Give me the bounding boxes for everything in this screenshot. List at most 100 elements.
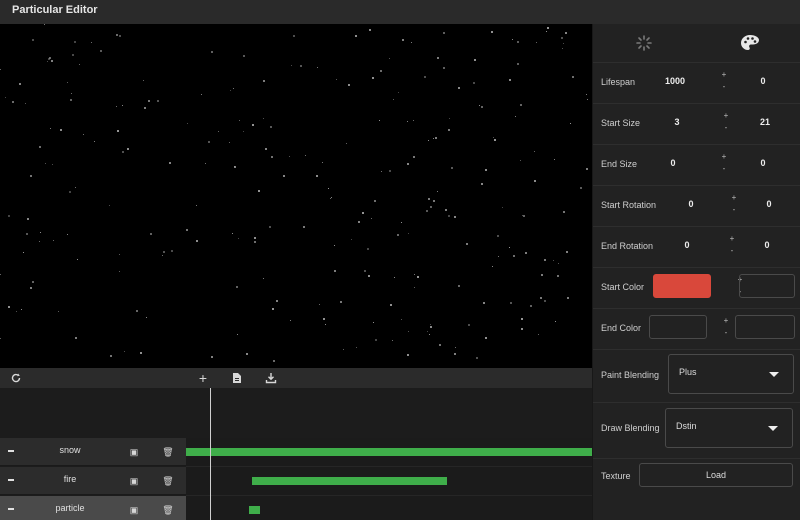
trash-icon[interactable]: 🗑: [162, 475, 174, 487]
snow-particle: [234, 166, 236, 168]
track-fire[interactable]: fire ▣ 🗑: [0, 467, 592, 496]
snow-particle: [319, 304, 320, 305]
paint-blending-label: Paint Blending: [601, 370, 660, 380]
emitter-bar[interactable]: [186, 448, 592, 456]
variance-minus[interactable]: -: [729, 205, 739, 215]
end-rotation-value[interactable]: 0: [667, 240, 707, 250]
refresh-icon[interactable]: [8, 370, 24, 386]
snow-particle: [122, 105, 123, 106]
end-color-label: End Color: [601, 323, 642, 333]
end-rotation-variance[interactable]: 0: [755, 240, 779, 250]
download-icon[interactable]: [263, 370, 279, 386]
snow-particle: [509, 247, 510, 248]
snow-particle: [144, 107, 146, 109]
lifespan-label: Lifespan: [601, 77, 636, 87]
load-texture-button[interactable]: Load: [639, 463, 793, 487]
trash-icon[interactable]: 🗑: [162, 446, 174, 458]
track-snow[interactable]: snow ▣ 🗑: [0, 438, 592, 467]
spinner-icon[interactable]: [633, 32, 655, 54]
end-color-variance-swatch[interactable]: [735, 315, 795, 339]
save-icon[interactable]: ▣: [128, 446, 140, 458]
snow-particle: [408, 233, 409, 234]
snow-particle: [443, 67, 445, 69]
snow-particle: [428, 140, 429, 141]
snow-particle: [317, 67, 318, 68]
snow-particle: [273, 360, 275, 362]
variance-minus[interactable]: -: [727, 246, 737, 256]
snow-particle: [39, 241, 40, 242]
snow-particle: [237, 334, 238, 335]
snow-particle: [26, 233, 28, 235]
variance-plus[interactable]: +: [719, 152, 729, 162]
snow-particle: [520, 104, 522, 106]
variance-minus[interactable]: -: [721, 123, 731, 133]
snow-particle: [232, 233, 233, 234]
paint-blending-select[interactable]: Plus: [668, 354, 794, 394]
start-rotation-label: Start Rotation: [601, 200, 657, 210]
collapse-icon[interactable]: [8, 479, 14, 481]
end-color-swatch[interactable]: [649, 315, 707, 339]
snow-particle: [474, 59, 476, 61]
snow-particle: [567, 297, 569, 299]
snow-particle: [479, 105, 480, 106]
variance-plus[interactable]: +: [721, 316, 731, 326]
timeline-toolbar: +: [0, 368, 592, 388]
snow-particle: [0, 69, 1, 70]
start-color-swatch[interactable]: [653, 274, 711, 298]
snow-particle: [0, 274, 1, 275]
collapse-icon[interactable]: [8, 450, 14, 452]
lifespan-row: Lifespan 1000 + - 0: [593, 62, 800, 103]
emitter-bar[interactable]: [249, 506, 260, 514]
track-particle[interactable]: particle ▣ 🗑: [0, 496, 592, 520]
snow-particle: [45, 163, 46, 164]
snow-particle: [534, 180, 536, 182]
snow-particle: [473, 82, 475, 84]
snow-particle: [476, 357, 478, 359]
start-color-variance-swatch[interactable]: [739, 274, 795, 298]
plus-icon[interactable]: +: [195, 370, 211, 386]
track-lane[interactable]: [186, 438, 592, 467]
lifespan-variance[interactable]: 0: [751, 76, 775, 86]
track-lane[interactable]: [186, 467, 592, 496]
variance-minus[interactable]: -: [721, 328, 731, 338]
end-size-value[interactable]: 0: [653, 158, 693, 168]
variance-plus[interactable]: +: [727, 234, 737, 244]
start-size-value[interactable]: 3: [657, 117, 697, 127]
snow-particle: [205, 163, 206, 164]
start-rotation-variance[interactable]: 0: [757, 199, 781, 209]
snow-particle: [566, 251, 568, 253]
snow-particle: [94, 141, 95, 142]
timeline[interactable]: snow ▣ 🗑 fire ▣ 🗑 particle ▣ 🗑: [0, 388, 592, 520]
file-icon[interactable]: [229, 370, 245, 386]
start-rotation-value[interactable]: 0: [671, 199, 711, 209]
snow-particle: [401, 222, 402, 223]
variance-plus[interactable]: +: [719, 70, 729, 80]
end-size-variance[interactable]: 0: [751, 158, 775, 168]
snow-particle: [40, 232, 41, 233]
variance-minus[interactable]: -: [719, 82, 729, 92]
trash-icon[interactable]: 🗑: [162, 504, 174, 516]
snow-particle: [381, 171, 382, 172]
lifespan-value[interactable]: 1000: [655, 76, 695, 86]
snow-particle: [426, 210, 428, 212]
snow-particle: [334, 270, 336, 272]
snow-particle: [343, 349, 344, 350]
snow-particle: [334, 245, 335, 246]
draw-blending-select[interactable]: Dstin: [665, 408, 793, 448]
start-size-variance[interactable]: 21: [753, 117, 777, 127]
emitter-bar[interactable]: [252, 477, 447, 485]
snow-particle: [58, 311, 59, 312]
save-icon[interactable]: ▣: [128, 504, 140, 516]
save-icon[interactable]: ▣: [128, 475, 140, 487]
palette-icon[interactable]: [739, 32, 761, 54]
track-lane[interactable]: [186, 496, 592, 520]
variance-plus[interactable]: +: [721, 111, 731, 121]
snow-particle: [272, 308, 274, 310]
playhead[interactable]: [210, 388, 211, 520]
snow-particle: [540, 297, 542, 299]
particle-viewport[interactable]: [0, 24, 592, 368]
collapse-icon[interactable]: [8, 508, 14, 510]
snow-particle: [494, 139, 496, 141]
variance-minus[interactable]: -: [719, 164, 729, 174]
variance-plus[interactable]: +: [729, 193, 739, 203]
